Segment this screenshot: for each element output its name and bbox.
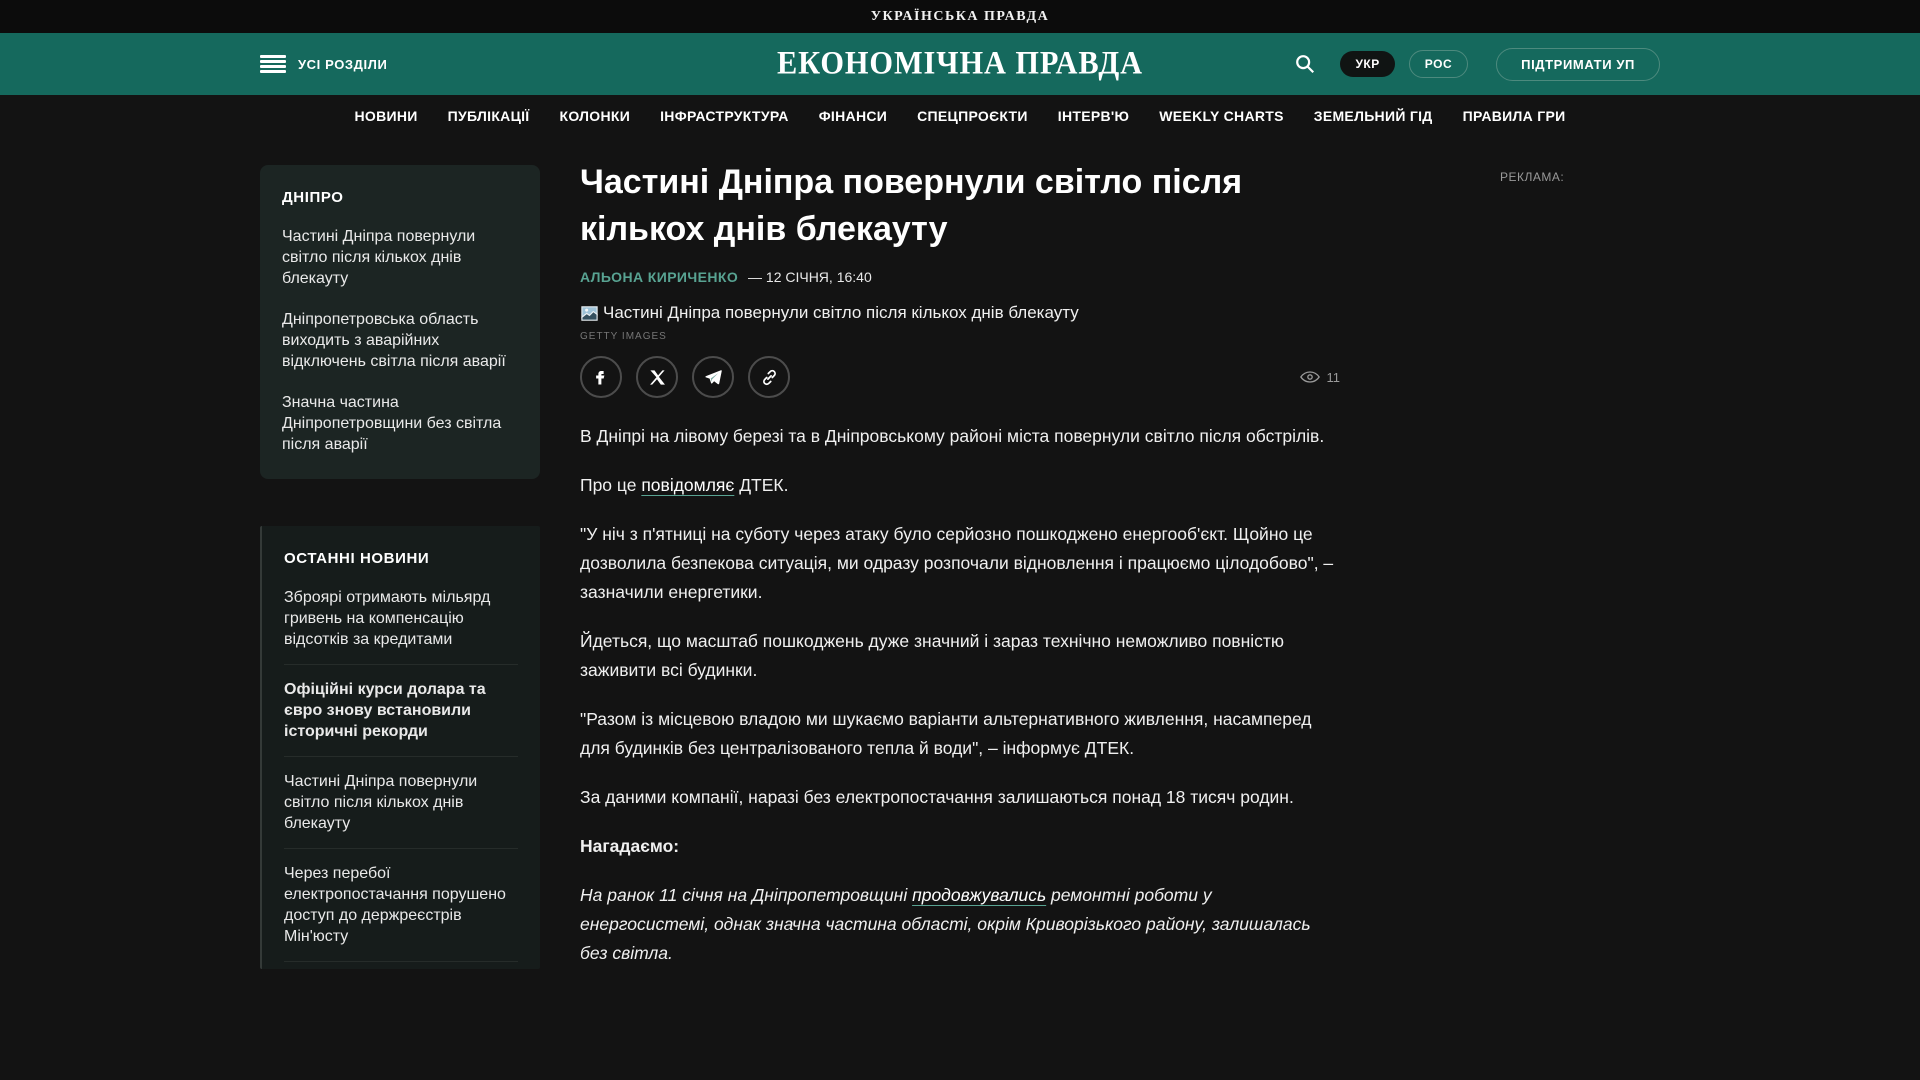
share-copy-link-button[interactable] (748, 356, 790, 398)
nav-item[interactable]: ІНТЕРВ'Ю (1058, 108, 1130, 124)
view-counter: 11 (1300, 370, 1341, 385)
paragraph-text: ДТЕК. (734, 475, 788, 495)
dnipro-widget: ДНІПРО Частині Дніпра повернули світло п… (260, 165, 540, 479)
main-nav: НОВИНИ ПУБЛІКАЦІЇ КОЛОНКИ ІНФРАСТРУКТУРА ФІН… (0, 95, 1920, 137)
article: Частині Дніпра повернули світло після кі… (580, 137, 1340, 988)
site-logo[interactable]: ЕКОНОМІЧНА ПРАВДА (777, 46, 1143, 83)
nav-item[interactable]: ЗЕМЕЛЬНИЙ ГІД (1314, 108, 1433, 124)
paragraph-text: "У ніч з п'ятниці на суботу через атаку … (580, 524, 1333, 602)
article-paragraph: Йдеться, що масштаб пошкоджень дуже знач… (580, 627, 1340, 685)
share-x-button[interactable] (636, 356, 678, 398)
search-icon[interactable] (1292, 51, 1318, 77)
image-alt-text: Частині Дніпра повернули світло після кі… (603, 303, 1079, 323)
dnipro-widget-title: ДНІПРО (282, 189, 518, 206)
ad-column: РЕКЛАМА: (1500, 137, 1660, 184)
ukrainska-pravda-link[interactable]: УКРАЇНСЬКА ПРАВДА (871, 9, 1050, 25)
nav-item[interactable]: СПЕЦПРОЄКТИ (917, 108, 1028, 124)
article-paragraph: "Разом із місцевою владою ми шукаємо вар… (580, 705, 1340, 763)
latest-news-title: ОСТАННІ НОВИНИ (284, 550, 518, 567)
sidebar-article-link[interactable]: Дніпропетровська область виходить з авар… (282, 309, 518, 372)
article-paragraph: На ранок 11 січня на Дніпропетровщині пр… (580, 881, 1340, 968)
paragraph-text: Про це (580, 475, 641, 495)
hamburger-icon (260, 55, 286, 73)
eye-icon (1300, 370, 1320, 384)
top-brand-bar: УКРАЇНСЬКА ПРАВДА (0, 0, 1920, 33)
x-twitter-icon (649, 369, 666, 386)
facebook-icon (592, 368, 610, 386)
lang-toggle-ukr[interactable]: УКР (1340, 51, 1394, 77)
article-image-broken: Частині Дніпра повернули світло після кі… (580, 303, 1340, 323)
sidebar-article-link[interactable]: Частині Дніпра повернули світло після кі… (284, 756, 518, 834)
view-count: 11 (1327, 370, 1341, 385)
sidebar-article-link[interactable]: Значна частина Дніпропетровщини без світ… (282, 392, 518, 455)
nav-item[interactable]: КОЛОНКИ (559, 108, 630, 124)
inline-link[interactable]: продовжувались (912, 885, 1046, 905)
share-telegram-button[interactable] (692, 356, 734, 398)
article-paragraph: За даними компанії, наразі без електропо… (580, 783, 1340, 812)
article-paragraph: "У ніч з п'ятниці на суботу через атаку … (580, 520, 1340, 607)
article-paragraph: Про це повідомляє ДТЕК. (580, 471, 1340, 500)
nav-item[interactable]: WEEKLY CHARTS (1159, 108, 1283, 124)
broken-image-icon (580, 304, 599, 323)
image-credit: GETTY IMAGES (580, 331, 1340, 342)
article-paragraph: Нагадаємо: (580, 832, 1340, 861)
all-sections-menu-button[interactable]: УСІ РОЗДІЛИ (260, 55, 387, 73)
share-row: 11 (580, 356, 1340, 398)
paragraph-text: Йдеться, що масштаб пошкоджень дуже знач… (580, 631, 1284, 680)
article-body: В Дніпрі на лівому березі та в Дніпровсь… (580, 422, 1340, 968)
nav-item[interactable]: ПУБЛІКАЦІЇ (448, 108, 530, 124)
sidebar-article-link[interactable]: Частині Дніпра повернули світло після кі… (282, 226, 518, 289)
byline: АЛЬОНА КИРИЧЕНКО — 12 СІЧНЯ, 16:40 (580, 269, 1340, 285)
nav-item[interactable]: ПРАВИЛА ГРИ (1463, 108, 1566, 124)
sidebar-article-link[interactable]: Д (284, 961, 518, 969)
nav-item[interactable]: НОВИНИ (354, 108, 417, 124)
lang-toggle-ros[interactable]: РОС (1409, 50, 1468, 78)
paragraph-text: "Разом із місцевою владою ми шукаємо вар… (580, 709, 1312, 758)
paragraph-text: В Дніпрі на лівому березі та в Дніпровсь… (580, 426, 1324, 446)
sidebar-article-link[interactable]: Через перебої електропостачання порушено… (284, 848, 518, 947)
nav-item[interactable]: ФІНАНСИ (819, 108, 887, 124)
share-facebook-button[interactable] (580, 356, 622, 398)
latest-news-widget: ОСТАННІ НОВИНИ Зброярі отримають мільярд… (260, 526, 540, 969)
author-link[interactable]: АЛЬОНА КИРИЧЕНКО (580, 269, 738, 285)
sidebar-article-link[interactable]: Зброярі отримають мільярд гривень на ком… (284, 587, 518, 650)
paragraph-text: На ранок 11 січня на Дніпропетровщині (580, 885, 912, 905)
inline-link[interactable]: повідомляє (641, 475, 734, 495)
support-up-button[interactable]: ПІДТРИМАТИ УП (1496, 48, 1660, 81)
publish-date: — 12 СІЧНЯ, 16:40 (748, 269, 872, 285)
nav-item[interactable]: ІНФРАСТРУКТУРА (660, 108, 789, 124)
article-title: Частині Дніпра повернули світло після кі… (580, 159, 1300, 253)
copy-link-icon (760, 368, 779, 387)
left-sidebar: ДНІПРО Частині Дніпра повернули світло п… (260, 137, 540, 969)
paragraph-text: Нагадаємо: (580, 836, 679, 856)
paragraph-text: За даними компанії, наразі без електропо… (580, 787, 1294, 807)
site-header: УСІ РОЗДІЛИ ЕКОНОМІЧНА ПРАВДА УКР РОС ПІ… (0, 33, 1920, 95)
telegram-icon (704, 368, 723, 387)
sidebar-article-link[interactable]: Офіційні курси долара та євро знову вста… (284, 664, 518, 742)
ad-label: РЕКЛАМА: (1500, 170, 1660, 184)
menu-label: УСІ РОЗДІЛИ (298, 57, 387, 72)
article-paragraph: В Дніпрі на лівому березі та в Дніпровсь… (580, 422, 1340, 451)
